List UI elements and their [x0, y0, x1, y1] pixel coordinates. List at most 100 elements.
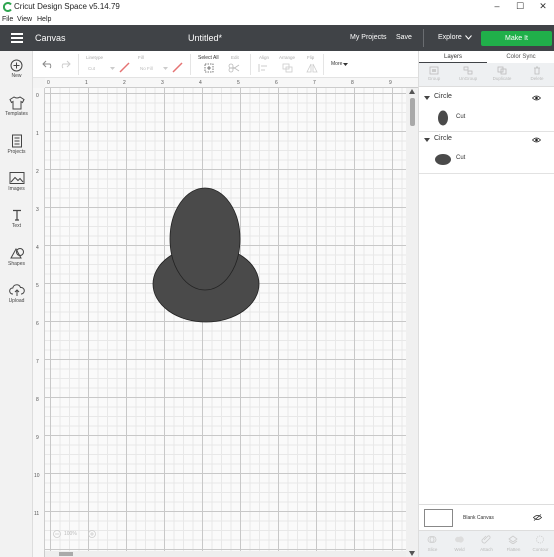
canvas-grid[interactable]: [45, 88, 406, 551]
hamburger-menu-icon[interactable]: [11, 33, 23, 43]
ruler-tick: 3: [161, 80, 164, 86]
header-divider: [423, 29, 424, 47]
text-icon: [12, 209, 21, 221]
save-button[interactable]: Save: [396, 25, 412, 51]
arrange-label: Arrange: [279, 55, 296, 60]
trash-icon[interactable]: [532, 66, 542, 75]
blank-canvas-row[interactable]: Blank Canvas: [419, 504, 554, 530]
ruler-tick: 2: [123, 80, 126, 86]
make-it-button[interactable]: Make It: [481, 31, 552, 46]
contour-icon[interactable]: [535, 535, 545, 544]
slice-icon[interactable]: [427, 535, 437, 544]
design-canvas[interactable]: 0 1 2 3 4 5 6 7 8 9 0 1 2 3 4 5 6 7 8 9 …: [33, 78, 418, 557]
undo-icon[interactable]: [42, 59, 54, 69]
chevron-down-icon: [163, 67, 168, 70]
ruler-tick: 0: [47, 80, 50, 86]
menu-help[interactable]: Help: [37, 14, 51, 25]
sidebar-label-shapes: Shapes: [8, 261, 25, 267]
eye-icon[interactable]: [532, 137, 541, 143]
flip-label: Flip: [307, 55, 315, 60]
tab-color-sync[interactable]: Color Sync: [487, 51, 554, 63]
layer-group[interactable]: Circle Cut: [419, 133, 554, 174]
duplicate-icon[interactable]: [497, 66, 507, 75]
circle-shape-tall[interactable]: [169, 187, 241, 291]
sidebar-item-upload[interactable]: Upload: [0, 283, 33, 319]
image-icon: [9, 172, 24, 184]
my-projects-link[interactable]: My Projects: [350, 25, 387, 51]
sidebar-item-text[interactable]: Text: [0, 208, 33, 244]
ruler-tick: 9: [389, 80, 392, 86]
zoom-out-icon[interactable]: [53, 530, 61, 538]
align-label: Align: [259, 55, 270, 60]
linetype-select[interactable]: Cut: [88, 66, 95, 71]
redo-icon[interactable]: [59, 59, 71, 69]
ruler-tick: 6: [36, 321, 39, 327]
scroll-up-icon[interactable]: [409, 89, 415, 94]
menu-file[interactable]: File: [2, 14, 13, 25]
ungroup-button[interactable]: UnGroup: [453, 76, 483, 81]
zoom-in-icon[interactable]: [88, 530, 96, 538]
group-button[interactable]: Group: [419, 76, 449, 81]
horizontal-scrollbar[interactable]: [45, 551, 406, 557]
flatten-button[interactable]: Flatten: [500, 547, 527, 552]
eye-icon[interactable]: [532, 95, 541, 101]
delete-button[interactable]: Delete: [522, 76, 552, 81]
flatten-icon[interactable]: [508, 535, 518, 544]
vertical-scroll-thumb[interactable]: [410, 98, 415, 126]
ruler-top: 0 1 2 3 4 5 6 7 8 9: [45, 78, 418, 88]
fill-select[interactable]: No Fill: [140, 66, 153, 71]
layer-group-title: Circle: [434, 135, 452, 142]
vertical-scrollbar[interactable]: [406, 88, 418, 557]
ungroup-icon[interactable]: [463, 66, 473, 75]
tab-layers[interactable]: Layers: [419, 51, 487, 63]
slice-button[interactable]: Slice: [419, 547, 446, 552]
chevron-down-icon[interactable]: [424, 96, 430, 100]
sidebar-item-templates[interactable]: Templates: [0, 96, 33, 132]
layer-group[interactable]: Circle Cut: [419, 91, 554, 132]
menu-bar: File View Help: [0, 14, 554, 25]
canvas-shapes: [152, 187, 260, 323]
ruler-tick: 10: [34, 473, 40, 479]
attach-icon[interactable]: [481, 535, 491, 544]
linetype-label: Linetype: [86, 55, 104, 60]
close-button[interactable]: ✕: [532, 0, 554, 14]
sidebar-item-new[interactable]: New: [0, 59, 33, 95]
chevron-down-icon[interactable]: [343, 63, 348, 66]
align-icon[interactable]: [258, 63, 270, 73]
sidebar-item-images[interactable]: Images: [0, 171, 33, 207]
edit-scissors-icon[interactable]: [228, 63, 242, 73]
arrange-icon[interactable]: [282, 63, 294, 73]
weld-button[interactable]: Weld: [446, 547, 473, 552]
contour-button[interactable]: Contour: [527, 547, 554, 552]
app-window: Cricut Design Space v5.14.79 – ☐ ✕ File …: [0, 0, 554, 557]
ruler-tick: 4: [199, 80, 202, 86]
maximize-button[interactable]: ☐: [509, 0, 531, 14]
explore-button[interactable]: Explore: [438, 25, 462, 51]
ruler-tick: 4: [36, 245, 39, 251]
document-title: Untitled*: [188, 33, 223, 43]
fill-color-swatch-icon[interactable]: [172, 62, 183, 73]
horizontal-scroll-thumb[interactable]: [59, 552, 73, 556]
scroll-down-icon[interactable]: [409, 551, 415, 556]
minimize-button[interactable]: –: [486, 0, 508, 14]
sidebar-item-projects[interactable]: Projects: [0, 134, 33, 170]
weld-icon[interactable]: [454, 535, 464, 544]
sidebar-item-shapes[interactable]: Shapes: [0, 246, 33, 282]
toolbar-divider: [250, 54, 251, 75]
app-title: Cricut Design Space v5.14.79: [14, 2, 120, 11]
more-button[interactable]: More: [331, 61, 342, 67]
duplicate-button[interactable]: Duplicate: [487, 76, 517, 81]
menu-view[interactable]: View: [17, 14, 32, 25]
group-icon[interactable]: [429, 66, 439, 75]
chevron-down-icon[interactable]: [465, 35, 472, 40]
chevron-down-icon[interactable]: [424, 138, 430, 142]
layer-thumbnail-wide-oval: [435, 154, 451, 165]
select-all-button[interactable]: Select All: [198, 55, 219, 61]
ruler-tick: 8: [36, 397, 39, 403]
linetype-color-swatch-icon[interactable]: [119, 62, 130, 73]
select-all-icon[interactable]: [204, 63, 214, 73]
flip-icon[interactable]: [306, 63, 318, 73]
attach-button[interactable]: Attach: [473, 547, 500, 552]
eye-hidden-icon[interactable]: [533, 514, 542, 521]
blank-canvas-swatch[interactable]: [424, 509, 453, 527]
